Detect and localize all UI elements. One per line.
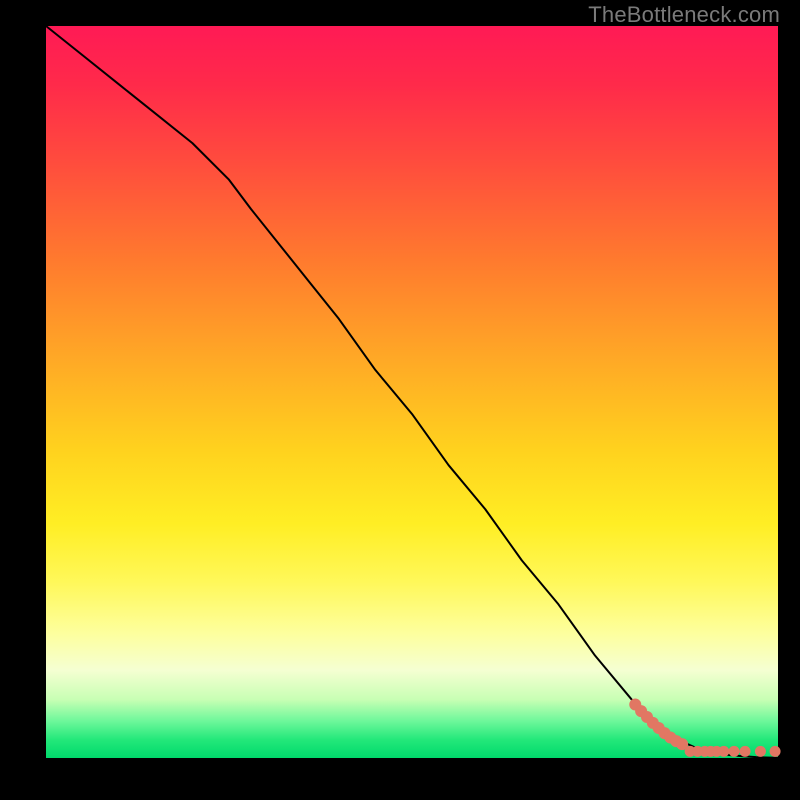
- plot-area: [46, 26, 778, 758]
- watermark-text: TheBottleneck.com: [588, 2, 780, 28]
- data-point: [740, 746, 751, 757]
- data-point: [718, 746, 729, 757]
- series-points-on-curve: [629, 699, 688, 751]
- plot-svg: [46, 26, 778, 758]
- data-point: [755, 746, 766, 757]
- data-point: [729, 746, 740, 757]
- series-curve: [46, 26, 778, 758]
- data-point: [770, 746, 781, 757]
- series-points-flat: [685, 746, 781, 757]
- chart-frame: TheBottleneck.com: [0, 0, 800, 800]
